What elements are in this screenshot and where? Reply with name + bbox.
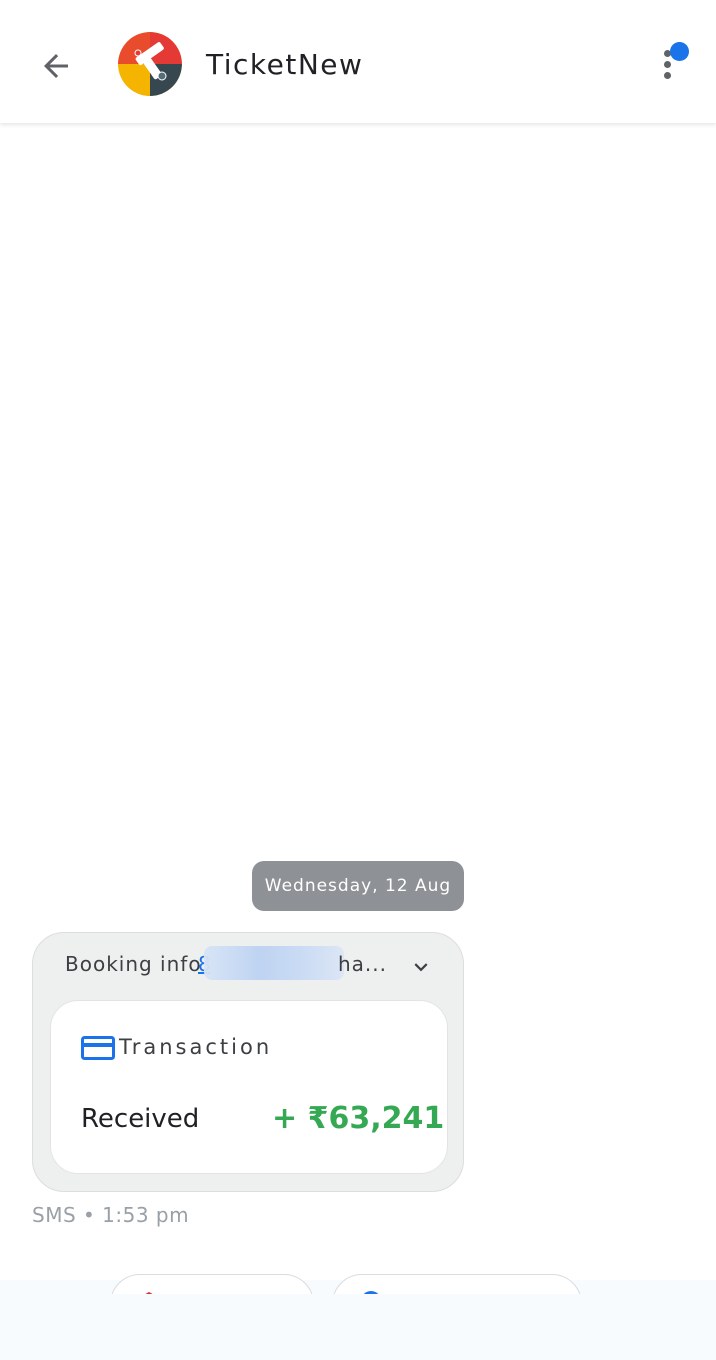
booking-info-truncated: ha...: [338, 952, 388, 976]
conversation-title[interactable]: TicketNew: [206, 48, 363, 81]
menu-dot: [664, 61, 671, 68]
arrow-back-icon: [44, 54, 68, 78]
back-button[interactable]: [30, 40, 82, 92]
bottom-panel: [0, 1294, 716, 1360]
date-separator: Wednesday, 12 Aug: [252, 861, 464, 911]
message-header[interactable]: Booking info 8 ha...: [32, 946, 442, 982]
message-meta: SMS • 1:53 pm: [32, 1203, 190, 1227]
transaction-status: Received: [81, 1104, 200, 1134]
menu-dot: [664, 72, 671, 79]
ticketnew-logo-icon: [118, 32, 182, 96]
expand-button[interactable]: [406, 954, 436, 980]
ticketnew-logo-avatar[interactable]: [118, 32, 182, 96]
credit-card-icon: [81, 1036, 115, 1060]
transaction-type: Transaction: [119, 1035, 273, 1059]
transaction-card[interactable]: [50, 1000, 448, 1174]
app-bar: TicketNew: [0, 0, 716, 123]
redacted-blur: [204, 946, 344, 980]
booking-info-label: Booking info: [65, 952, 202, 976]
transaction-amount: + ₹63,241: [272, 1101, 445, 1136]
more-options-button[interactable]: [648, 38, 698, 88]
chevron-down-icon: [414, 963, 428, 972]
notification-dot-icon: [670, 42, 689, 61]
